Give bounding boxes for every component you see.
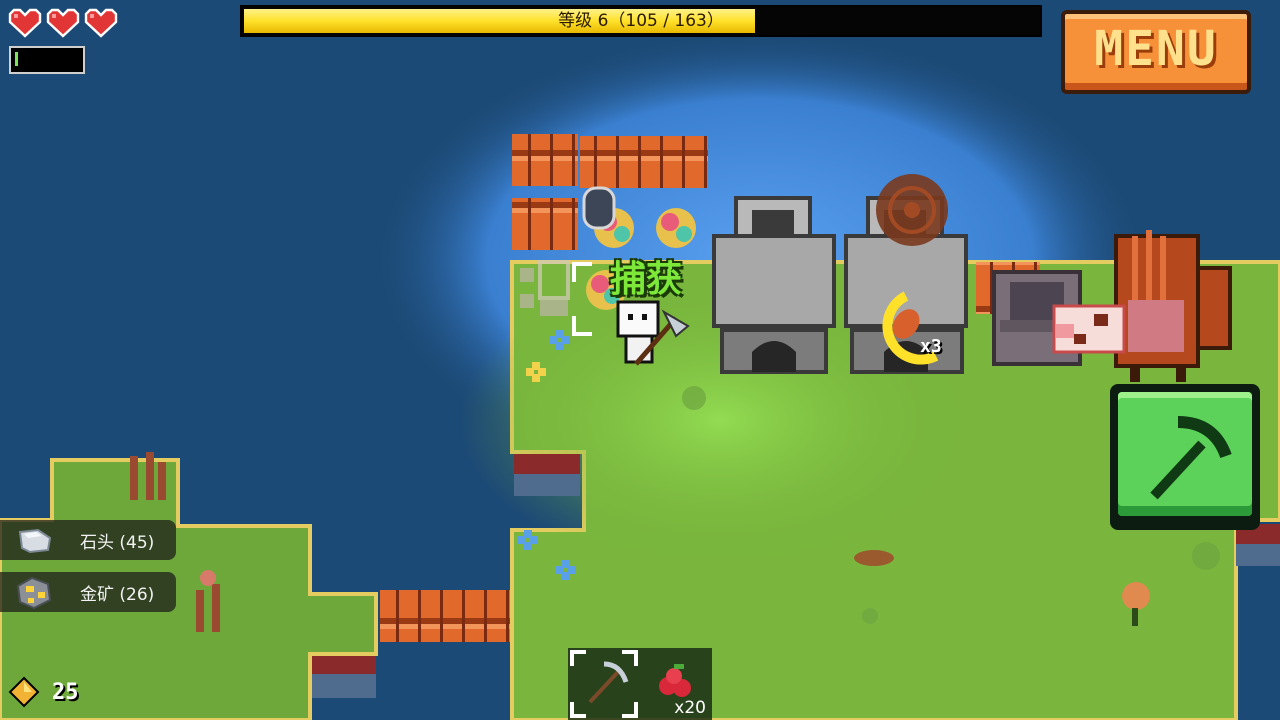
pickaxe-icon [1150,416,1232,500]
gem-counter: 25 [8,676,79,708]
tool-action-button[interactable] [1110,384,1260,530]
cow[interactable] [1052,304,1126,354]
resource-label: 金矿 (26) [80,584,155,605]
gem-count: 25 [52,679,79,705]
bridge-bottom [380,590,510,642]
resource-label: 石头 (45) [80,532,155,553]
resource-notification-stone: 石头 (45) [0,520,176,560]
fish-bubble [582,186,616,230]
stone-icon [18,528,52,554]
level-text: 等级 6（105 / 163） [558,11,724,31]
experience-bar: 等级 6（105 / 163） [240,5,1042,37]
heart-icon [46,8,80,38]
gold-ore-icon [16,576,52,610]
pickaxe-icon [588,661,629,704]
smoke-cloud [876,174,948,246]
health-hearts [8,6,118,40]
tool-action-face [1118,392,1252,516]
heart-icon [84,8,118,38]
capture-label: 捕获 [610,259,683,300]
menu-button[interactable]: MENU [1061,10,1251,94]
item-count: x20 [674,698,706,718]
hotbar-slot-berries[interactable]: x20 [640,648,712,720]
dig-spot[interactable] [854,550,894,566]
hotbar: x20 [568,648,712,720]
heart-icon [8,8,42,38]
game-world[interactable] [0,0,1280,720]
loot-count: x3 [920,336,942,357]
hotbar-slot-pickaxe[interactable] [568,648,640,720]
stamina-bar [9,46,85,74]
gem-icon [8,676,40,708]
resource-notification-gold-ore: 金矿 (26) [0,572,176,612]
stamina-fill [15,52,18,66]
